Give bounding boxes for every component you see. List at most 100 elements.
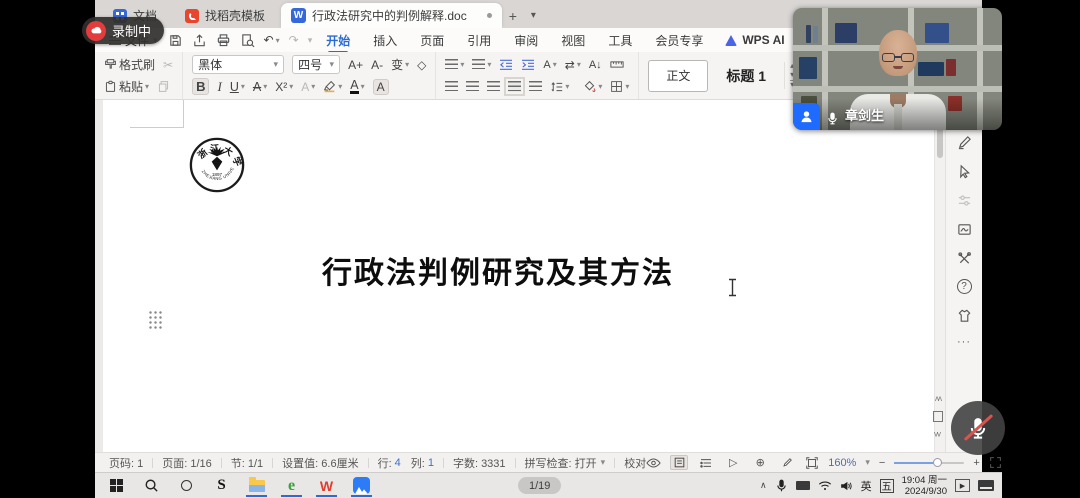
adjust-settings-icon[interactable] [956,192,972,208]
italic-button[interactable]: I [217,79,221,95]
text-direction-button[interactable]: A▾ [543,59,556,71]
document-canvas[interactable]: 浙 江 大 学 1897 ZHEJIANG UNIVERSITY 行政法判例研究… [95,100,982,452]
select-cursor-icon[interactable] [956,163,972,179]
cortana-button[interactable] [173,474,200,497]
ime-indicator[interactable]: 五 [880,479,894,493]
customize-toolbar-chevron-icon[interactable]: ▾ [308,35,313,46]
increase-indent-icon[interactable] [521,59,535,71]
align-right-button[interactable] [487,81,500,92]
select-browse-object-icon[interactable] [933,411,943,422]
wps-ai-button[interactable]: WPS AI [725,33,784,47]
taskbar-search-button[interactable] [138,474,165,497]
bold-button[interactable]: B [192,78,209,95]
shrink-font-button[interactable]: A- [371,58,383,72]
help-icon[interactable]: ? [957,279,972,294]
fit-page-icon[interactable] [805,456,819,470]
wps-office-button[interactable]: W [313,474,340,497]
wrap-button[interactable]: ⇄▾ [565,58,581,72]
ribbon-tab-home[interactable]: 开始 [326,32,350,49]
ribbon-tab-reference[interactable]: 引用 [467,32,491,49]
borders-button[interactable]: ▾ [610,80,629,93]
copy-icon[interactable] [157,80,170,93]
status-spellcheck[interactable]: 拼写检查: 打开 [525,455,597,471]
clear-format-button[interactable]: ◇ [417,58,426,72]
signature-icon[interactable] [956,221,972,237]
paragraph-drag-handle-icon[interactable] [148,310,162,329]
file-explorer-button[interactable] [243,474,270,497]
show-marks-icon[interactable] [610,59,624,70]
participant-video-tile[interactable]: 章剑生 [793,8,1002,130]
export-icon[interactable] [192,33,207,48]
style-normal[interactable]: 正文 [648,60,708,92]
char-shading-button[interactable]: A [373,79,389,95]
phonetic-guide-button[interactable]: A▾ [301,80,315,94]
tray-device-icon[interactable] [796,481,810,490]
tools-icon[interactable] [956,250,972,266]
style-heading1[interactable]: 标题 1 [718,66,774,86]
annotate-pen-icon[interactable] [956,134,972,150]
zoom-out-button[interactable]: − [879,457,885,469]
tray-mic-icon[interactable] [775,479,788,492]
undo-button[interactable]: ↶▾ [264,33,280,47]
zoom-slider-knob[interactable] [933,458,942,467]
ie-browser-button[interactable]: e [278,474,305,497]
align-center-button[interactable] [466,81,479,92]
print-icon[interactable] [216,33,231,48]
language-indicator[interactable]: 英 [861,478,872,494]
view-read-mode-button[interactable]: ▷ [724,455,742,470]
strikethrough-button[interactable]: A▾ [253,80,267,94]
save-icon[interactable] [168,33,183,48]
view-page-mode-button[interactable] [670,455,688,470]
font-name-select[interactable]: 黑体▾ [192,55,284,74]
view-outline-mode-button[interactable] [697,455,715,470]
font-color-button[interactable]: A▾ [350,80,364,94]
view-edit-mode-button[interactable] [778,455,796,470]
ribbon-tab-member[interactable]: 会员专享 [655,32,703,49]
ribbon-tab-insert[interactable]: 插入 [373,32,397,49]
numbered-list-button[interactable]: ▾ [472,59,491,70]
shading-button[interactable]: ▾ [583,80,602,93]
capture-app-button[interactable]: S [208,474,235,497]
new-tab-button[interactable]: + [502,3,524,28]
highlight-button[interactable]: ▾ [323,80,342,93]
paste-button[interactable]: 粘贴 ▾ [104,78,149,95]
cut-icon[interactable]: ✂ [163,58,173,72]
document-title-text[interactable]: 行政法判例研究及其方法 [322,248,674,292]
print-preview-icon[interactable] [240,33,255,48]
touch-keyboard-icon[interactable] [978,480,994,491]
decrease-indent-icon[interactable] [499,59,513,71]
microphone-muted-button[interactable] [951,401,1005,455]
text-effects-button[interactable]: 变▾ [391,56,409,73]
next-page-icon[interactable]: ᴧᴧ [935,431,941,437]
ribbon-tab-view[interactable]: 视图 [561,32,585,49]
recording-indicator[interactable]: 录制中 [82,17,164,44]
line-spacing-button[interactable]: ▾ [550,81,569,93]
eye-preview-icon[interactable] [646,457,661,469]
status-word-count[interactable]: 字数: 3331 [453,455,506,471]
zoom-slider[interactable] [894,462,964,464]
volume-icon[interactable] [840,480,853,492]
start-button[interactable] [103,474,130,497]
previous-page-icon[interactable]: ᴧᴧ [935,396,941,402]
align-distribute-button[interactable] [529,81,542,92]
fullscreen-icon[interactable] [989,456,1002,469]
ribbon-tab-page[interactable]: 页面 [420,32,444,49]
zoom-in-button[interactable]: + [973,457,979,469]
align-left-button[interactable] [445,81,458,92]
sort-button[interactable]: A↓ [589,59,602,71]
grow-font-button[interactable]: A+ [348,58,363,72]
superscript-button[interactable]: X²▾ [275,80,293,94]
wifi-icon[interactable] [818,480,832,491]
view-web-mode-button[interactable]: ⊕ [751,455,769,470]
more-sidebar-icon[interactable]: ··· [957,336,971,348]
meeting-app-button[interactable] [348,474,375,497]
ribbon-tab-review[interactable]: 审阅 [514,32,538,49]
taskbar-clock[interactable]: 19:04 周一2024/9/30 [902,475,947,497]
align-justify-button[interactable] [508,81,521,92]
bullet-list-button[interactable]: ▾ [445,59,464,70]
tab-templates[interactable]: 找稻壳模板 [175,3,275,28]
tray-expand-icon[interactable]: ∧ [760,480,767,491]
font-size-select[interactable]: 四号▾ [292,55,340,74]
skin-theme-icon[interactable] [956,307,972,323]
tab-list-button[interactable]: ▾ [524,3,543,28]
